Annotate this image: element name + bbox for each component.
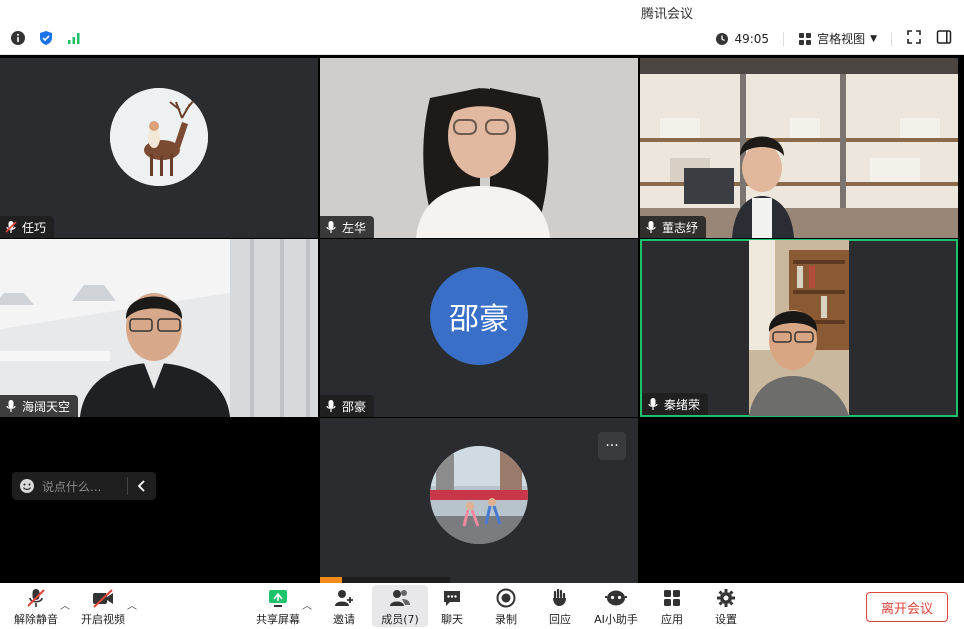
video-tile-shaohao[interactable]: 邵豪 邵豪: [320, 239, 638, 417]
participant-nametag: 秦绪荣: [642, 393, 709, 415]
caret-down-icon: ▼: [870, 33, 877, 44]
participant-avatar: [430, 446, 528, 544]
view-switcher[interactable]: 宫格视图 ▼: [798, 30, 877, 47]
video-tile-dongzhishu[interactable]: 董志纾: [640, 58, 958, 238]
camera-off-icon: [93, 589, 113, 608]
participant-nametag: 海阔天空: [0, 395, 79, 417]
share-screen-icon: [269, 590, 287, 607]
participant-avatar: [110, 88, 208, 186]
empty-tile-left: [0, 418, 318, 583]
mic-icon: [326, 400, 336, 412]
clock-icon: [716, 32, 729, 45]
mic-muted-icon: [27, 589, 45, 607]
participant-nametag: 左华: [320, 216, 375, 238]
participant-nametag: 董志纾: [640, 216, 707, 238]
video-tile-haikuotiankong[interactable]: 海阔天空: [0, 239, 318, 417]
signal-icon[interactable]: [66, 30, 82, 50]
share-options-caret-icon[interactable]: ︿: [302, 597, 312, 612]
add-user-icon: [335, 590, 353, 606]
emoji-icon[interactable]: [12, 478, 42, 494]
record-button[interactable]: 录制: [478, 585, 534, 627]
apps-button[interactable]: 应用: [644, 585, 700, 627]
settings-button[interactable]: 设置: [698, 585, 754, 627]
share-screen-button[interactable]: 共享屏幕: [250, 585, 306, 627]
hand-emoji-icon: [553, 588, 566, 606]
video-tile-renqiao[interactable]: 任巧: [0, 58, 318, 238]
chat-placeholder: 说点什么...: [42, 479, 102, 494]
grid-view-icon: [799, 32, 812, 45]
members-button[interactable]: 成员(7): [372, 585, 428, 627]
participant-video: [640, 58, 958, 238]
participant-avatar: 邵豪: [430, 267, 528, 365]
gear-icon: [717, 589, 735, 607]
video-options-caret-icon[interactable]: ︿: [127, 597, 137, 612]
window-title: 腾讯会议: [640, 6, 693, 22]
start-video-button[interactable]: 开启视频: [75, 585, 131, 627]
invite-button[interactable]: 邀请: [316, 585, 372, 627]
quick-chat-input[interactable]: 说点什么...: [12, 472, 156, 500]
sidebar-toggle-icon[interactable]: [936, 29, 952, 48]
mic-icon: [326, 221, 336, 233]
record-icon: [496, 588, 516, 608]
title-bar: 腾讯会议: [0, 0, 964, 24]
chat-button[interactable]: 聊天: [424, 585, 480, 627]
members-icon: [390, 590, 410, 606]
ai-assistant-icon: [605, 590, 627, 606]
more-options-button[interactable]: ···: [598, 432, 626, 460]
empty-tile-right: [640, 418, 958, 583]
divider: [783, 31, 785, 46]
shield-icon[interactable]: [38, 30, 54, 50]
video-grid: 任巧 左华 董志纾 海阔天空 邵豪 邵豪 秦绪荣 ··· 说点什么...: [0, 56, 964, 583]
participant-video: [320, 58, 638, 238]
apps-grid-icon: [664, 590, 680, 606]
chat-icon: [444, 591, 460, 606]
mic-muted-icon: [5, 221, 17, 233]
unmute-button[interactable]: 解除静音: [8, 585, 64, 627]
video-tile-zuohua[interactable]: 左华: [320, 58, 638, 238]
divider: [891, 31, 892, 46]
participant-video: [0, 239, 318, 417]
mic-icon: [646, 221, 656, 233]
video-tile-qinxurong[interactable]: 秦绪荣: [640, 239, 958, 417]
participant-nametag: 邵豪: [320, 395, 375, 417]
participant-nametag: 任巧: [0, 216, 55, 238]
meeting-timer: 49:05: [715, 32, 769, 46]
info-icon[interactable]: [10, 30, 26, 50]
participant-video: [749, 240, 849, 416]
mic-icon: [6, 400, 16, 412]
video-tile-seventh[interactable]: ···: [320, 418, 638, 583]
info-bar: 49:05 宫格视图 ▼: [0, 24, 964, 55]
collapse-chevron-icon[interactable]: [128, 480, 156, 492]
bottom-toolbar: 解除静音 ︿ 开启视频 ︿ 共享屏幕 ︿ 邀请 成员(7) 聊天 录制 回应 A…: [0, 583, 964, 629]
leave-meeting-button[interactable]: 离开会议: [866, 592, 948, 622]
ai-assistant-button[interactable]: AI小助手: [588, 585, 644, 627]
mic-icon: [648, 398, 658, 410]
audio-options-caret-icon[interactable]: ︿: [60, 597, 70, 612]
fullscreen-icon[interactable]: [906, 29, 922, 48]
react-button[interactable]: 回应: [532, 585, 588, 627]
